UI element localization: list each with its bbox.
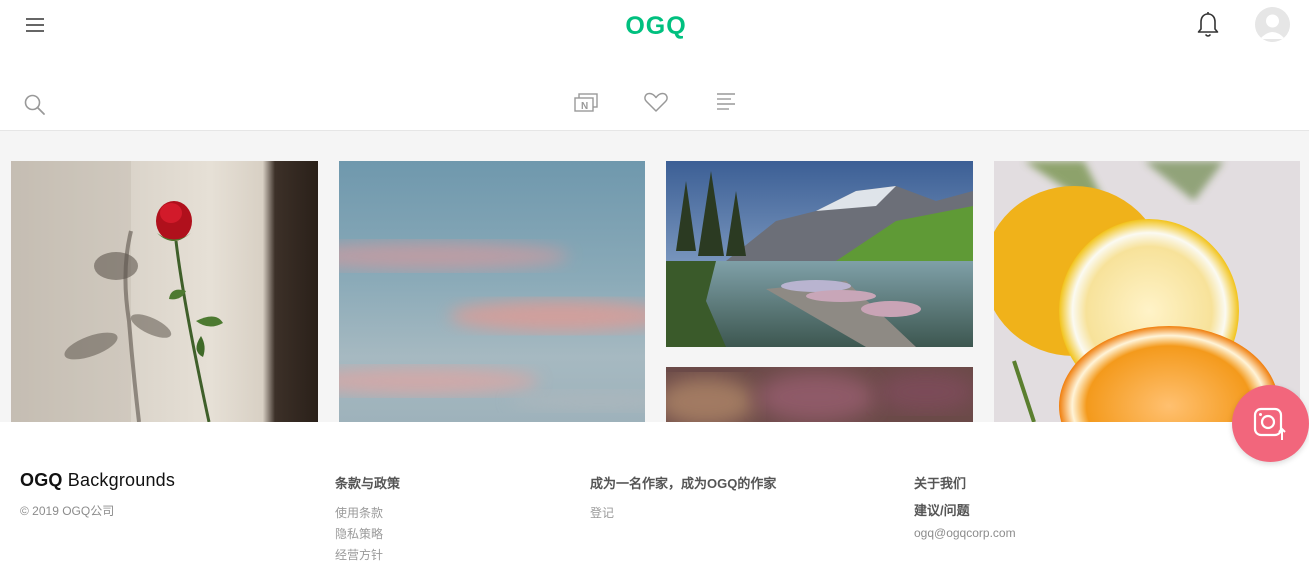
pastel-sky-photo[interactable] xyxy=(339,161,645,422)
footer-about-column: 关于我们 建议/问题 ogq@ogqcorp.com xyxy=(914,476,1016,540)
copyright-text: © 2019 OGQ公司 xyxy=(20,504,115,518)
citrus-fruit-photo[interactable] xyxy=(994,161,1300,422)
new-wallpapers-icon: N xyxy=(574,93,598,112)
red-rose-shadow-photo[interactable] xyxy=(11,161,318,422)
user-avatar-icon[interactable] xyxy=(1255,7,1290,42)
camera-upload-icon xyxy=(1253,407,1286,440)
tab-list[interactable] xyxy=(711,88,741,116)
top-header: OGQ N xyxy=(0,0,1309,131)
terms-of-use-link[interactable]: 使用条款 xyxy=(335,503,400,524)
upload-button[interactable] xyxy=(1232,385,1309,462)
mountain-lake-dock-photo[interactable] xyxy=(666,161,973,347)
footer-brand: OGQ Backgrounds xyxy=(20,470,175,491)
footer-brand-bold: OGQ xyxy=(20,470,63,490)
heart-icon xyxy=(644,92,668,112)
page: OGQ N OGQ Backgrounds © 2019 OGQ公司 条款与政策… xyxy=(0,0,1309,579)
register-link[interactable]: 登记 xyxy=(590,503,776,524)
creator-heading: 成为一名作家，成为OGQ的作家 xyxy=(590,476,777,491)
bell-icon[interactable] xyxy=(1194,10,1222,40)
contact-email: ogq@ogqcorp.com xyxy=(914,526,1016,540)
blurred-flowers-photo[interactable] xyxy=(666,367,973,422)
footer-brand-rest: Backgrounds xyxy=(62,470,176,490)
ogq-logo[interactable]: OGQ xyxy=(620,9,692,41)
policy-heading: 条款与政策 xyxy=(335,476,401,491)
operating-policy-link[interactable]: 经营方针 xyxy=(335,545,400,566)
logo-text: OGQ xyxy=(625,12,686,40)
wallpaper-gallery xyxy=(0,131,1309,422)
feedback-link[interactable]: 建议/问题 xyxy=(914,498,1016,523)
footer-policy-column: 条款与政策 使用条款 隐私策略 经营方针 xyxy=(335,476,400,566)
footer-creator-column: 成为一名作家，成为OGQ的作家 登记 xyxy=(590,476,776,524)
list-icon xyxy=(717,93,735,110)
new-badge: N xyxy=(581,101,588,112)
search-icon[interactable] xyxy=(22,92,48,118)
privacy-policy-link[interactable]: 隐私策略 xyxy=(335,524,400,545)
about-us-link[interactable]: 关于我们 xyxy=(914,476,1016,498)
hamburger-menu-icon[interactable] xyxy=(20,10,50,40)
tab-favorites[interactable] xyxy=(641,88,671,116)
site-footer: OGQ Backgrounds © 2019 OGQ公司 条款与政策 使用条款 … xyxy=(0,422,1309,579)
tab-new-wallpapers[interactable]: N xyxy=(571,88,601,116)
